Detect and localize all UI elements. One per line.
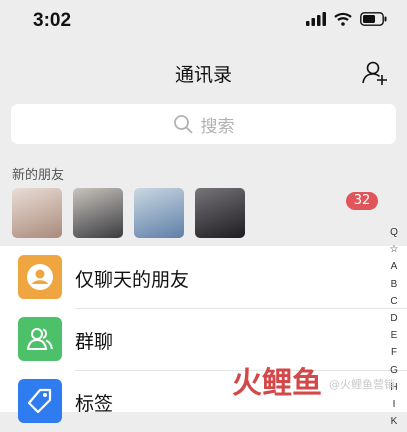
add-friend-icon[interactable] [361,58,389,86]
list-item-label: 群聊 [75,331,114,353]
index-letter[interactable]: D [390,310,397,327]
watermark-logo: 火鲤鱼 [232,366,322,401]
signal-icon [306,12,326,26]
index-letter[interactable]: F [391,344,397,361]
watermark: 火鲤鱼 @火鲤鱼营销 [232,364,395,404]
search-bar[interactable]: 搜索 [11,104,396,144]
list-item-label: 仅聊天的朋友 [75,269,190,291]
index-letter[interactable]: C [390,293,397,310]
avatar[interactable] [73,188,123,238]
index-letter[interactable]: Q [390,224,398,241]
status-time: 3:02 [33,10,72,31]
wifi-icon [334,12,352,26]
index-letter[interactable]: B [391,276,398,293]
watermark-sub: @火鲤鱼营销 [329,378,395,391]
index-letter[interactable]: E [391,327,398,344]
index-letter[interactable]: A [391,258,398,275]
index-letter[interactable]: K [391,413,398,430]
new-friends-avatars[interactable] [12,188,245,238]
nav-bar: 通讯录 [0,46,407,98]
new-friends-badge: 32 [346,192,378,210]
status-bar: 3:02 [0,0,407,46]
group-icon [18,317,62,361]
search-placeholder: 搜索 [200,116,235,137]
battery-icon [360,12,387,26]
status-icons [306,12,387,26]
person-bubble-icon [18,255,62,299]
tag-icon [18,379,62,423]
search-icon [173,115,192,134]
avatar[interactable] [12,188,62,238]
avatar[interactable] [195,188,245,238]
list-item-group-chats[interactable]: 群聊 [0,308,385,370]
index-letter[interactable]: ☆ [390,241,399,258]
avatar[interactable] [134,188,184,238]
list-item-chat-only-friends[interactable]: 仅聊天的朋友 [0,246,385,308]
page-title: 通讯录 [174,64,232,86]
new-friends-label: 新的朋友 [12,168,65,183]
